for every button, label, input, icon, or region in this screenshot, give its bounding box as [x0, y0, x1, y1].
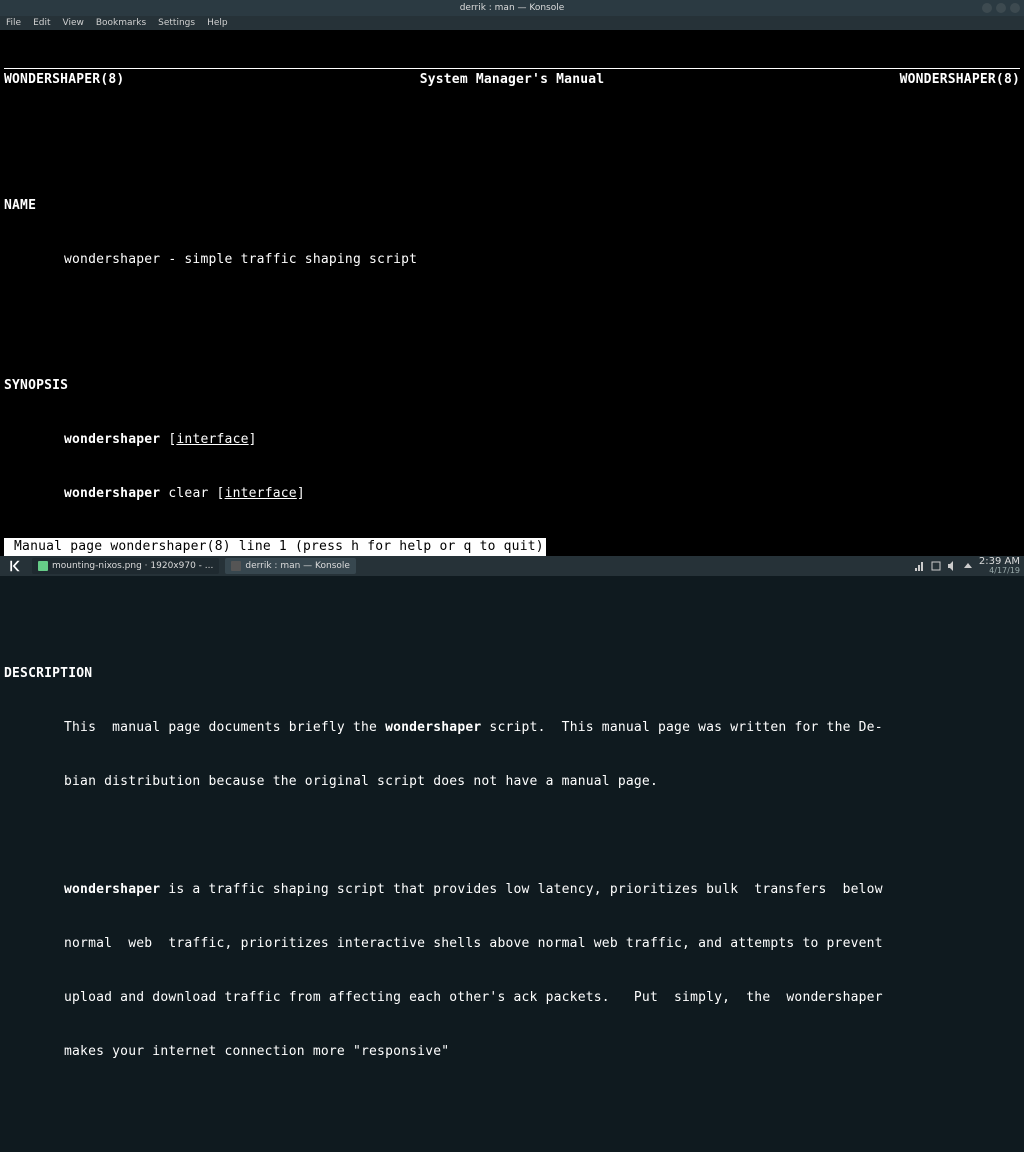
blank-line	[4, 125, 1020, 143]
menu-settings[interactable]: Settings	[158, 18, 195, 28]
man-header-right: WONDERSHAPER(8)	[900, 71, 1020, 89]
minimize-icon[interactable]	[982, 3, 992, 13]
pager-status-line: Manual page wondershaper(8) line 1 (pres…	[4, 538, 546, 556]
window-titlebar: derrik : man — Konsole	[0, 0, 1024, 16]
menu-file[interactable]: File	[6, 18, 21, 28]
menu-help[interactable]: Help	[207, 18, 228, 28]
desc-t: script. This manual page was written for…	[481, 720, 882, 735]
synopsis-clear: clear	[168, 486, 208, 501]
desc-bold: wondershaper	[385, 720, 481, 735]
description-p2-l4: makes your internet connection more "res…	[4, 1043, 1020, 1061]
section-name-title: NAME	[4, 197, 1020, 215]
description-p2-l3: upload and download traffic from affecti…	[4, 989, 1020, 1007]
description-p2-l1: wondershaper is a traffic shaping script…	[4, 881, 1020, 899]
blank-line	[4, 305, 1020, 323]
synopsis-line-2: wondershaper clear [interface]	[4, 485, 1020, 503]
synopsis-line-1: wondershaper [interface]	[4, 431, 1020, 449]
blank-line	[4, 593, 1020, 611]
window-title: derrik : man — Konsole	[460, 3, 565, 13]
synopsis-cmd: wondershaper	[64, 486, 160, 501]
window-controls	[982, 3, 1020, 13]
synopsis-arg-interface: interface	[176, 432, 248, 447]
description-p1-l2: bian distribution because the original s…	[4, 773, 1020, 791]
blank-line	[4, 1097, 1020, 1115]
man-header: WONDERSHAPER(8) System Manager's Manual …	[4, 68, 1020, 89]
menu-view[interactable]: View	[63, 18, 84, 28]
synopsis-cmd: wondershaper	[64, 432, 160, 447]
desc-t: is a traffic shaping script that provide…	[160, 882, 882, 897]
man-header-left: WONDERSHAPER(8)	[4, 71, 124, 89]
section-description-title: DESCRIPTION	[4, 665, 1020, 683]
desc-t: This manual page documents briefly the	[64, 720, 385, 735]
synopsis-arg-interface: interface	[225, 486, 297, 501]
desc-bold: wondershaper	[64, 882, 160, 897]
maximize-icon[interactable]	[996, 3, 1006, 13]
menu-bookmarks[interactable]: Bookmarks	[96, 18, 146, 28]
man-header-center: System Manager's Manual	[124, 71, 899, 89]
terminal-viewport[interactable]: WONDERSHAPER(8) System Manager's Manual …	[0, 30, 1024, 556]
blank-line	[4, 827, 1020, 845]
description-p1-l1: This manual page documents briefly the w…	[4, 719, 1020, 737]
description-p2-l2: normal web traffic, prioritizes interact…	[4, 935, 1020, 953]
menubar: File Edit View Bookmarks Settings Help	[0, 16, 1024, 30]
name-body: wondershaper - simple traffic shaping sc…	[4, 251, 1020, 269]
menu-edit[interactable]: Edit	[33, 18, 50, 28]
close-icon[interactable]	[1010, 3, 1020, 13]
section-synopsis-title: SYNOPSIS	[4, 377, 1020, 395]
